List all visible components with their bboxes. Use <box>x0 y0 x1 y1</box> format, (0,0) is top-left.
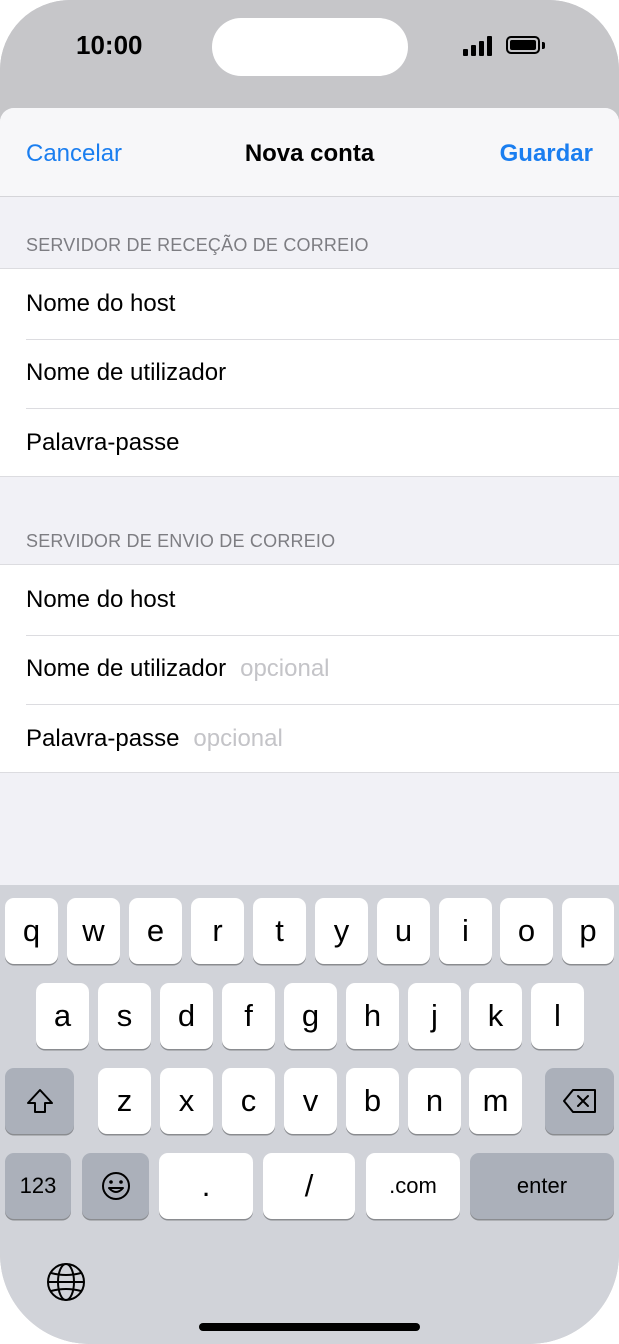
outgoing-hostname-field[interactable]: Nome do host <box>0 565 619 635</box>
outgoing-section-header: SERVIDOR DE ENVIO DE CORREIO <box>26 531 336 551</box>
delete-key[interactable] <box>545 1068 614 1134</box>
battery-tip <box>542 42 545 49</box>
field-label: Palavra-passe <box>26 428 180 456</box>
key-w[interactable]: w <box>67 898 120 964</box>
key-j[interactable]: j <box>408 983 461 1049</box>
key-q[interactable]: q <box>5 898 58 964</box>
field-label: Nome do host <box>26 289 176 317</box>
keyboard: q w e r t y u i o p a s d f g h j k l z … <box>0 885 619 1344</box>
key-d[interactable]: d <box>160 983 213 1049</box>
enter-key[interactable]: enter <box>470 1153 614 1219</box>
key-m[interactable]: m <box>469 1068 522 1134</box>
signal-icon <box>463 36 495 56</box>
key-e[interactable]: e <box>129 898 182 964</box>
key-z[interactable]: z <box>98 1068 151 1134</box>
key-c[interactable]: c <box>222 1068 275 1134</box>
key-g[interactable]: g <box>284 983 337 1049</box>
key-n[interactable]: n <box>408 1068 461 1134</box>
emoji-icon <box>101 1172 130 1200</box>
outgoing-username-placeholder[interactable]: opcional <box>240 655 329 683</box>
incoming-password-field[interactable]: Palavra-passe <box>0 408 619 478</box>
key-s[interactable]: s <box>98 983 151 1049</box>
home-indicator <box>199 1323 420 1331</box>
key-r[interactable]: r <box>191 898 244 964</box>
shift-key[interactable] <box>5 1068 74 1134</box>
key-v[interactable]: v <box>284 1068 337 1134</box>
key-y[interactable]: y <box>315 898 368 964</box>
incoming-hostname-field[interactable]: Nome do host <box>0 269 619 339</box>
outgoing-password-field[interactable]: Palavra-passe opcional <box>0 704 619 774</box>
outgoing-password-placeholder[interactable]: opcional <box>193 725 282 753</box>
field-label: Palavra-passe <box>26 724 180 752</box>
field-label: Nome de utilizador <box>26 359 227 387</box>
status-bar: 10:00 <box>0 0 619 108</box>
key-p[interactable]: p <box>562 898 614 964</box>
key-k[interactable]: k <box>469 983 522 1049</box>
key-a[interactable]: a <box>36 983 89 1049</box>
status-time: 10:00 <box>76 30 143 60</box>
new-account-sheet: Cancelar Nova conta Guardar SERVIDOR DE … <box>0 108 619 888</box>
slash-key[interactable]: / <box>263 1153 355 1219</box>
delete-icon <box>562 1089 596 1113</box>
emoji-key[interactable] <box>82 1153 149 1219</box>
key-b[interactable]: b <box>346 1068 399 1134</box>
numbers-key[interactable]: 123 <box>5 1153 71 1219</box>
key-o[interactable]: o <box>500 898 553 964</box>
outgoing-server-group: Nome do host Nome de utilizador opcional… <box>0 564 619 773</box>
dotcom-key[interactable]: .com <box>366 1153 460 1219</box>
key-t[interactable]: t <box>253 898 306 964</box>
key-h[interactable]: h <box>346 983 399 1049</box>
field-label: Nome de utilizador <box>26 655 227 683</box>
save-button[interactable]: Guardar <box>500 140 593 168</box>
incoming-username-field[interactable]: Nome de utilizador <box>0 338 619 409</box>
key-u[interactable]: u <box>377 898 430 964</box>
field-label: Nome do host <box>26 585 176 613</box>
incoming-section-header: SERVIDOR DE RECEÇÃO DE CORREIO <box>26 235 369 255</box>
battery-icon <box>506 36 540 54</box>
shift-icon <box>26 1089 53 1113</box>
key-i[interactable]: i <box>439 898 492 964</box>
dot-key[interactable]: . <box>159 1153 253 1219</box>
phone-frame: 10:00 Cancelar Nova conta Guardar SERVID… <box>0 0 619 1344</box>
globe-icon[interactable] <box>45 1261 87 1303</box>
key-l[interactable]: l <box>531 983 584 1049</box>
nav-bar: Cancelar Nova conta Guardar <box>0 108 619 197</box>
outgoing-username-field[interactable]: Nome de utilizador opcional <box>0 634 619 705</box>
key-x[interactable]: x <box>160 1068 213 1134</box>
key-f[interactable]: f <box>222 983 275 1049</box>
incoming-server-group: Nome do host Nome de utilizador Palavra-… <box>0 268 619 477</box>
dynamic-island <box>212 18 408 76</box>
